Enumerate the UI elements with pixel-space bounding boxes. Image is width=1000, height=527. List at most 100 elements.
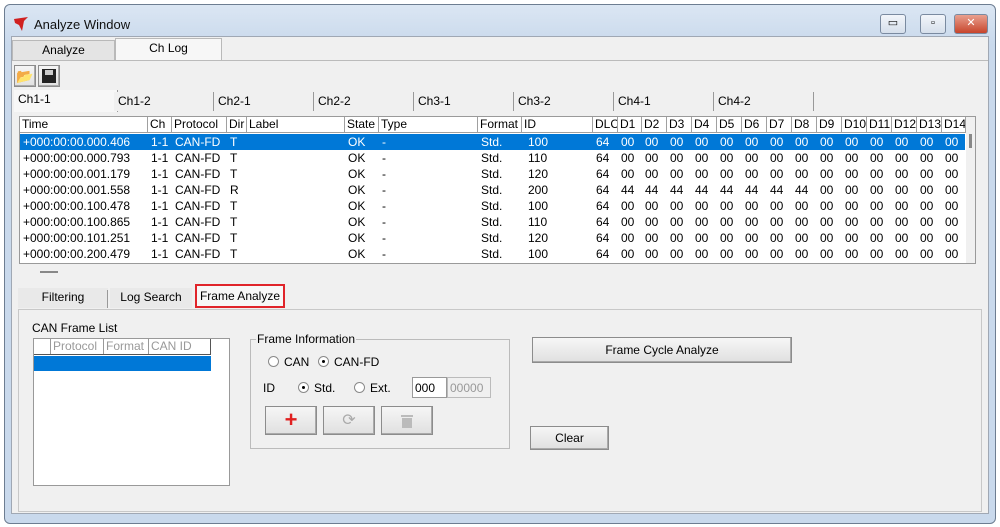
cell-d10: 00 [845, 135, 859, 149]
tab-analyze[interactable]: Analyze [12, 40, 115, 60]
tab-ch-log[interactable]: Ch Log [115, 38, 222, 60]
vertical-scrollbar[interactable] [966, 117, 975, 263]
tab-ch3-1[interactable]: Ch3-1 [414, 92, 514, 111]
tab-ch1-1[interactable]: Ch1-1 [14, 90, 118, 112]
radio-can-indicator[interactable] [268, 356, 279, 367]
cell-d3: 00 [670, 247, 684, 261]
list-col-can-id[interactable]: CAN ID [149, 339, 211, 354]
col-header-d8[interactable]: D8 [792, 117, 817, 133]
minimize-button[interactable]: ▭ [880, 14, 906, 34]
tab-log-search[interactable]: Log Search [110, 288, 192, 308]
cell-d8: 44 [795, 183, 809, 197]
tab-separator [107, 290, 108, 308]
col-header-dir[interactable]: Dir [227, 117, 247, 133]
ext-id-input[interactable]: 00000 [447, 377, 491, 398]
cell-id: 120 [528, 231, 549, 245]
scrollbar-thumb[interactable] [969, 134, 972, 148]
cell-d3: 00 [670, 135, 684, 149]
col-header-d1[interactable]: D1 [618, 117, 642, 133]
col-header-d2[interactable]: D2 [642, 117, 667, 133]
cell-d9: 00 [820, 151, 834, 165]
add-frame-button[interactable]: + [265, 406, 317, 435]
tab-ch4-1[interactable]: Ch4-1 [614, 92, 714, 111]
table-row[interactable]: +000:00:00.101.251 1-1 CAN-FD T OK - Std. 120 64… [20, 230, 965, 246]
col-header-ch[interactable]: Ch [148, 117, 172, 133]
delete-frame-button[interactable] [381, 406, 433, 435]
table-row[interactable]: +000:00:00.000.406 1-1 CAN-FD T OK - Std. 100 64… [20, 134, 965, 150]
table-row[interactable]: +000:00:00.200.479 1-1 CAN-FD T OK - Std. 100 64… [20, 246, 965, 262]
cell-state: OK [348, 167, 366, 181]
cell-d3: 00 [670, 151, 684, 165]
cell-format: Std. [481, 151, 503, 165]
table-row[interactable]: +000:00:00.100.865 1-1 CAN-FD T OK - Std. 110 64… [20, 214, 965, 230]
radio-ext-indicator[interactable] [354, 382, 365, 393]
radio-can-label: CAN [284, 355, 310, 369]
col-header-d10[interactable]: D10 [842, 117, 867, 133]
col-header-d5[interactable]: D5 [717, 117, 742, 133]
col-header-d12[interactable]: D12 [892, 117, 917, 133]
cell-label [247, 198, 250, 214]
col-header-d11[interactable]: D11 [867, 117, 892, 133]
close-button[interactable]: ✕ [954, 14, 988, 34]
cell-d6: 44 [745, 183, 759, 197]
col-header-protocol[interactable]: Protocol [172, 117, 227, 133]
radio-ext[interactable]: Ext. [354, 381, 391, 395]
save-icon[interactable] [38, 65, 60, 87]
cell-d4: 00 [695, 135, 709, 149]
maximize-button[interactable]: ▫ [920, 14, 946, 34]
table-row[interactable]: +000:00:00.001.179 1-1 CAN-FD T OK - Std. 120 64… [20, 166, 965, 182]
table-row[interactable]: +000:00:00.100.478 1-1 CAN-FD T OK - Std. 100 64… [20, 198, 965, 214]
cell-d1: 00 [621, 247, 635, 261]
list-col-format[interactable]: Format [104, 339, 149, 354]
frame-cycle-analyze-button[interactable]: Frame Cycle Analyze [532, 337, 792, 363]
id-input[interactable]: 000 [412, 377, 447, 398]
cell-d3: 00 [670, 167, 684, 181]
radio-can[interactable]: CAN [268, 355, 309, 369]
col-header-id[interactable]: ID [522, 117, 593, 133]
horizontal-scrollbar-thumb[interactable] [40, 271, 58, 273]
radio-can-fd-indicator[interactable] [318, 356, 329, 367]
cell-d7: 00 [770, 151, 784, 165]
tab-ch2-1[interactable]: Ch2-1 [214, 92, 314, 111]
cell-d12: 00 [895, 231, 909, 245]
col-header-format[interactable]: Format [478, 117, 522, 133]
col-header-label[interactable]: Label [247, 117, 345, 133]
col-header-d4[interactable]: D4 [692, 117, 717, 133]
col-header-d6[interactable]: D6 [742, 117, 767, 133]
cell-protocol: CAN-FD [175, 151, 221, 165]
list-row-selected[interactable] [34, 356, 211, 371]
list-col-protocol[interactable]: Protocol [51, 339, 104, 354]
col-header-dlc[interactable]: DLC [593, 117, 618, 133]
col-header-time[interactable]: Time [20, 117, 148, 133]
table-row[interactable]: +000:00:00.001.558 1-1 CAN-FD R OK - Std. 200 64… [20, 182, 965, 198]
col-header-type[interactable]: Type [379, 117, 478, 133]
can-frame-list[interactable]: Protocol Format CAN ID [33, 338, 230, 486]
tab-ch4-2[interactable]: Ch4-2 [714, 92, 814, 111]
tab-frame-analyze[interactable]: Frame Analyze [195, 284, 285, 308]
radio-std-indicator[interactable] [298, 382, 309, 393]
cell-d3: 00 [670, 215, 684, 229]
open-folder-icon[interactable]: 📂 [14, 65, 36, 87]
cell-d12: 00 [895, 247, 909, 261]
radio-std[interactable]: Std. [298, 381, 335, 395]
clear-button[interactable]: Clear [530, 426, 609, 450]
cell-d11: 00 [870, 199, 884, 213]
radio-can-fd[interactable]: CAN-FD [318, 355, 379, 369]
cell-d4: 44 [695, 183, 709, 197]
cell-protocol: CAN-FD [175, 247, 221, 261]
col-header-d13[interactable]: D13 [917, 117, 942, 133]
col-header-d14[interactable]: D14 [942, 117, 966, 133]
cell-d8: 00 [795, 231, 809, 245]
col-header-d7[interactable]: D7 [767, 117, 792, 133]
tab-ch2-2[interactable]: Ch2-2 [314, 92, 414, 111]
col-header-d9[interactable]: D9 [817, 117, 842, 133]
col-header-d3[interactable]: D3 [667, 117, 692, 133]
update-frame-button[interactable]: ⟳ [323, 406, 375, 435]
tab-ch1-2[interactable]: Ch1-2 [114, 92, 214, 111]
tab-ch3-2[interactable]: Ch3-2 [514, 92, 614, 111]
tab-filtering[interactable]: Filtering [18, 288, 108, 308]
table-row[interactable]: +000:00:00.000.793 1-1 CAN-FD T OK - Std. 110 64… [20, 150, 965, 166]
cell-d4: 00 [695, 199, 709, 213]
col-header-state[interactable]: State [345, 117, 379, 133]
cell-id: 110 [528, 151, 548, 165]
